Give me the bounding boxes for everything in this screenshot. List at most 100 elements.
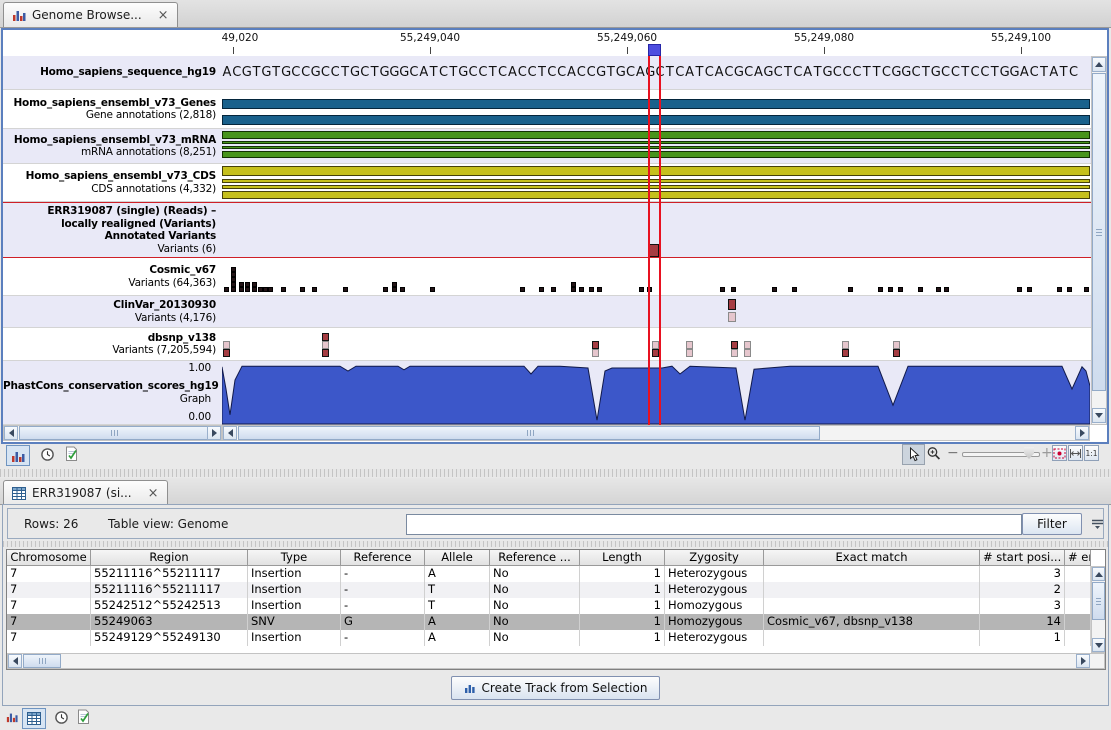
scroll-thumb[interactable]: [1092, 582, 1105, 620]
one-to-one-zoom-button[interactable]: 1:1: [1084, 445, 1099, 461]
variant-marker[interactable]: [252, 282, 257, 287]
variant-marker[interactable]: [944, 287, 949, 292]
variant-marker[interactable]: [878, 287, 883, 292]
variant-marker[interactable]: [231, 267, 236, 272]
variant-marker[interactable]: [312, 287, 317, 292]
track-content-dbsnp[interactable]: [222, 328, 1090, 360]
table-row[interactable]: 755242512^55242513Insertion-TNo1Homozygo…: [7, 598, 1091, 614]
track-view-button[interactable]: [5, 710, 19, 724]
zoom-slider-thumb[interactable]: [1024, 447, 1034, 459]
track-content-mrna[interactable]: [222, 129, 1090, 163]
scroll-thumb[interactable]: [1092, 73, 1106, 391]
scroll-left-button[interactable]: [8, 654, 22, 668]
track-content-sequence[interactable]: ACGTGTGCCGCCTGCTGGGCATCTGCCTCACCTCCACCGT…: [222, 56, 1090, 89]
track-content-phastcons[interactable]: [222, 361, 1090, 424]
annotation-bar[interactable]: [222, 191, 1090, 199]
variant-marker[interactable]: [571, 282, 576, 287]
variant-marker[interactable]: [245, 287, 250, 292]
variant-marker[interactable]: [300, 287, 305, 292]
variant-marker[interactable]: [744, 341, 751, 349]
scroll-right-button[interactable]: [1075, 426, 1089, 440]
filter-button[interactable]: Filter: [1022, 513, 1082, 535]
variant-marker[interactable]: [383, 287, 388, 292]
scroll-thumb[interactable]: [19, 426, 208, 440]
close-icon[interactable]: ×: [148, 487, 159, 500]
fit-width-button[interactable]: [1068, 445, 1083, 461]
filter-search-input[interactable]: [406, 514, 1022, 535]
variant-marker[interactable]: [1084, 287, 1089, 292]
variant-marker[interactable]: [571, 287, 576, 292]
variant-marker[interactable]: [647, 287, 652, 292]
variant-marker[interactable]: [281, 287, 286, 292]
variant-marker[interactable]: [1067, 287, 1072, 292]
scroll-right-button[interactable]: [1076, 654, 1090, 668]
variant-marker[interactable]: [772, 287, 777, 292]
variant-marker[interactable]: [918, 287, 923, 292]
variant-marker[interactable]: [888, 287, 893, 292]
element-info-button[interactable]: [62, 445, 80, 463]
table-row[interactable]: 755211116^55211117Insertion-ANo1Heterozy…: [7, 566, 1091, 582]
column-header-1[interactable]: Region: [91, 550, 248, 566]
column-header-5[interactable]: Reference ...: [490, 550, 580, 566]
scroll-thumb[interactable]: [23, 654, 61, 668]
track-content-genes[interactable]: [222, 90, 1090, 128]
variant-marker[interactable]: [686, 349, 693, 357]
variant-marker[interactable]: [231, 287, 236, 292]
column-header-8[interactable]: Exact match: [764, 550, 980, 566]
zoom-out-icon[interactable]: −: [947, 445, 959, 461]
label-h-scrollbar[interactable]: [3, 425, 222, 441]
variant-marker[interactable]: [239, 287, 244, 292]
variant-marker[interactable]: [744, 349, 751, 357]
scroll-up-button[interactable]: [1092, 567, 1105, 581]
variant-marker[interactable]: [392, 287, 397, 292]
variant-marker[interactable]: [392, 282, 397, 287]
column-header-9[interactable]: # start posi...: [980, 550, 1065, 566]
tab-variant-table[interactable]: ERR319087 (si... ×: [3, 480, 168, 505]
column-header-6[interactable]: Length: [580, 550, 665, 566]
variant-marker[interactable]: [792, 287, 797, 292]
tab-genome-browser[interactable]: Genome Browse... ×: [3, 2, 178, 27]
scroll-down-button[interactable]: [1092, 408, 1106, 423]
annotation-bar[interactable]: [222, 166, 1090, 176]
variant-marker[interactable]: [842, 349, 849, 357]
variant-marker[interactable]: [252, 287, 257, 292]
variant-marker[interactable]: [893, 349, 900, 357]
variant-marker[interactable]: [848, 287, 853, 292]
scroll-left-button[interactable]: [223, 426, 237, 440]
variant-marker[interactable]: [224, 287, 229, 292]
variant-marker[interactable]: [731, 287, 736, 292]
column-header-0[interactable]: Chromosome: [7, 550, 91, 566]
pointer-tool-button[interactable]: [902, 444, 925, 465]
scroll-down-button[interactable]: [1092, 638, 1105, 652]
table-row[interactable]: 755249063SNVGANo1HomozygousCosmic_v67, d…: [7, 614, 1091, 630]
track-content-clinvar[interactable]: [222, 296, 1090, 327]
column-header-2[interactable]: Type: [248, 550, 341, 566]
variant-marker[interactable]: [639, 287, 644, 292]
table-row[interactable]: 755249129^55249130Insertion-ANo1Heterozy…: [7, 630, 1091, 646]
scroll-left-button[interactable]: [4, 426, 18, 440]
track-content-cosmic[interactable]: [222, 258, 1090, 295]
annotation-bar[interactable]: [222, 99, 1090, 109]
column-header-10[interactable]: # en: [1065, 550, 1091, 566]
scroll-thumb[interactable]: [238, 426, 820, 440]
track-content-cds[interactable]: [222, 164, 1090, 201]
variant-marker[interactable]: [223, 349, 230, 357]
variant-marker[interactable]: [322, 349, 329, 357]
variant-marker[interactable]: [731, 349, 738, 357]
table-h-scrollbar[interactable]: [7, 653, 1105, 669]
variant-marker[interactable]: [579, 287, 584, 292]
column-header-4[interactable]: Allele: [425, 550, 490, 566]
variant-marker[interactable]: [589, 287, 594, 292]
annotation-bar[interactable]: [222, 151, 1090, 158]
scroll-right-button[interactable]: [207, 426, 221, 440]
table-row[interactable]: 755211116^55211117Insertion-TNo1Heterozy…: [7, 582, 1091, 598]
variant-marker[interactable]: [322, 341, 329, 349]
variant-marker[interactable]: [539, 287, 544, 292]
variant-marker[interactable]: [343, 287, 348, 292]
variant-marker[interactable]: [936, 287, 941, 292]
history-view-button[interactable]: [38, 446, 56, 463]
zoom-in-icon[interactable]: +: [1041, 445, 1053, 461]
variant-marker[interactable]: [231, 277, 236, 282]
variant-marker[interactable]: [731, 341, 738, 349]
variant-marker[interactable]: [400, 287, 405, 292]
